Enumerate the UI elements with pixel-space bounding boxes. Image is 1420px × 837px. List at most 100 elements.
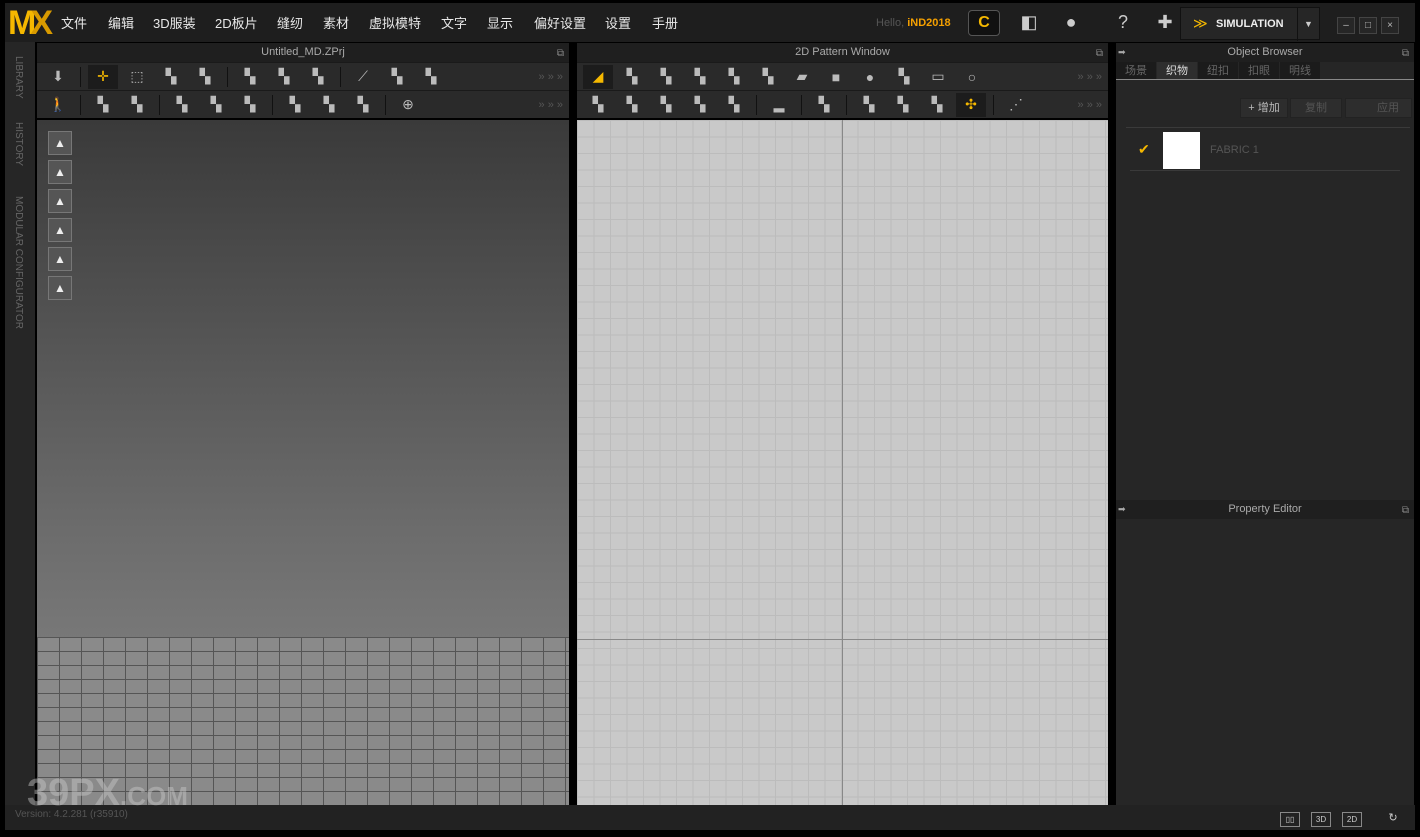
close-button[interactable]: ×	[1381, 17, 1399, 34]
menu-item[interactable]: 手册	[652, 13, 678, 32]
menu-item[interactable]: 设置	[605, 13, 631, 32]
draw-curve-icon[interactable]: ▚	[167, 93, 197, 117]
2d-viewport[interactable]	[577, 120, 1108, 805]
menu-item[interactable]: 文件	[61, 13, 87, 32]
add-curve-icon[interactable]: ▚	[719, 65, 749, 89]
internal-circle-icon[interactable]: ○	[957, 65, 987, 89]
walk-avatar-icon[interactable]: 🚶	[43, 93, 73, 117]
pattern-layout-icon[interactable]: ▚	[809, 93, 839, 117]
avatar-icon[interactable]: ▲	[48, 189, 72, 213]
3d-viewport[interactable]: ▲ ▲ ▲ ▲ ▲ ▲	[37, 120, 569, 805]
fabric-pattern-icon[interactable]: ▚	[348, 93, 378, 117]
garment-layer-icon[interactable]: ▚	[235, 93, 265, 117]
m-n-sew-icon[interactable]: ▚	[651, 93, 681, 117]
free-sew-icon[interactable]: ▚	[269, 65, 299, 89]
dropdown-arrow-icon[interactable]: ▼	[1297, 8, 1319, 41]
help-icon[interactable]: ?	[1106, 8, 1140, 36]
select-point-icon[interactable]: ▚	[156, 65, 186, 89]
tack-icon[interactable]: ▚	[719, 93, 749, 117]
pin-icon[interactable]: ⟋	[348, 65, 378, 89]
apply-button[interactable]: 应用	[1345, 98, 1412, 118]
popout-icon[interactable]: ⧉	[557, 44, 564, 63]
sidebar-library[interactable]: LIBRARY	[13, 56, 24, 99]
fold-icon[interactable]: ▲	[48, 218, 72, 242]
tack-icon[interactable]: ▚	[416, 65, 446, 89]
menu-item[interactable]: 2D板片	[215, 13, 258, 32]
menu-item[interactable]: 显示	[487, 13, 513, 32]
menu-item[interactable]: 偏好设置	[534, 13, 586, 32]
toolbar-overflow-icon[interactable]: » » »	[539, 71, 563, 83]
minimize-button[interactable]: –	[1337, 17, 1355, 34]
popout-icon[interactable]: ⧉	[1096, 44, 1103, 63]
toolbar-overflow-icon[interactable]: » » »	[1078, 99, 1102, 111]
menu-item[interactable]: 编辑	[108, 13, 134, 32]
rectangle-icon[interactable]: ■	[821, 65, 851, 89]
tab-3[interactable]: 扣眼	[1239, 62, 1279, 79]
toolbar-overflow-icon[interactable]: » » »	[539, 99, 563, 111]
avatar-down-icon[interactable]: ⬇	[43, 65, 73, 89]
popout-icon[interactable]: ⧉	[1402, 501, 1409, 520]
tab-1[interactable]: 织物	[1157, 62, 1197, 79]
edit-pattern-icon[interactable]: ◢	[583, 64, 613, 89]
check-icon[interactable]: ✔	[1138, 141, 1150, 158]
tab-0[interactable]: 场景	[1116, 62, 1156, 79]
menu-item[interactable]: 3D服装	[153, 13, 196, 32]
tape-icon[interactable]: ⋰	[1001, 93, 1031, 117]
segment-sew-icon[interactable]: ▚	[583, 93, 613, 117]
shirt-front-icon[interactable]: ▲	[48, 131, 72, 155]
graphic-icon[interactable]: ▚	[314, 93, 344, 117]
speaker-icon[interactable]: ◧	[1012, 8, 1046, 36]
edit-point-icon[interactable]: ▚	[617, 65, 647, 89]
sidebar-modular-configurator[interactable]: MODULAR CONFIGURATOR	[13, 196, 24, 329]
collapse-arrow-icon[interactable]: ➡	[1118, 43, 1126, 62]
box-select-icon[interactable]: ▚	[190, 65, 220, 89]
edit-curve-icon[interactable]: ▚	[201, 93, 231, 117]
draw-internal-icon[interactable]: ▚	[88, 93, 118, 117]
collapse-arrow-icon[interactable]: ➡	[1118, 500, 1126, 519]
shirt-back-icon[interactable]: ▲	[48, 160, 72, 184]
refresh-icon[interactable]: ↻	[1383, 812, 1403, 827]
3d-view-button[interactable]: 3D	[1311, 812, 1331, 827]
tab-2[interactable]: 纽扣	[1198, 62, 1238, 79]
popout-icon[interactable]: ⧉	[1402, 44, 1409, 63]
add-button[interactable]: + 增加	[1240, 98, 1288, 118]
transform-move-icon[interactable]: ✛	[88, 64, 118, 89]
cloud-icon[interactable]: C	[968, 10, 1000, 36]
add-point-icon[interactable]: ▚	[685, 65, 715, 89]
menu-item[interactable]: 素材	[323, 13, 349, 32]
polygon-icon[interactable]: ▰	[787, 65, 817, 89]
edit-curve-point-icon[interactable]: ▚	[651, 65, 681, 89]
texture-edit-icon[interactable]: ▚	[854, 93, 884, 117]
fabric-icon[interactable]: ▲	[48, 247, 72, 271]
segment-sew-icon[interactable]: ▚	[235, 65, 265, 89]
ironing-icon[interactable]: ▂	[764, 93, 794, 117]
graphic-icon[interactable]: ▚	[888, 93, 918, 117]
menu-item[interactable]: 文字	[441, 13, 467, 32]
single-view-button[interactable]: ▯▯	[1280, 812, 1300, 827]
copy-button[interactable]: 复制	[1290, 98, 1342, 118]
menu-item[interactable]: 虚拟模特	[369, 13, 421, 32]
internal-rect-icon[interactable]: ▭	[923, 65, 953, 89]
maximize-button[interactable]: □	[1359, 17, 1377, 34]
button-icon[interactable]: ⊕	[393, 93, 423, 117]
fabric-pattern-icon[interactable]: ▚	[922, 93, 952, 117]
mode-selector[interactable]: ≫ SIMULATION ▼	[1180, 7, 1320, 41]
m-n-sew-icon[interactable]: ▚	[303, 65, 333, 89]
toolbar-overflow-icon[interactable]: » » »	[1078, 71, 1102, 83]
internal-polygon-icon[interactable]: ▚	[889, 65, 919, 89]
texture-edit-icon[interactable]: ▚	[280, 93, 310, 117]
menu-item[interactable]: 缝纫	[277, 13, 303, 32]
internal-line-icon[interactable]: ▚	[753, 65, 783, 89]
fold-arrange-icon[interactable]: ▚	[382, 65, 412, 89]
2d-view-button[interactable]: 2D	[1342, 812, 1362, 827]
sidebar-history[interactable]: HISTORY	[13, 122, 24, 166]
select-box-icon[interactable]: ⬚	[122, 65, 152, 89]
edit-internal-icon[interactable]: ▚	[122, 93, 152, 117]
ellipse-icon[interactable]: ●	[855, 65, 885, 89]
check-sew-icon[interactable]: ▚	[685, 93, 715, 117]
add-garment-icon[interactable]: ✚	[1148, 8, 1182, 36]
visibility-icon[interactable]: ✣	[956, 92, 986, 117]
tab-4[interactable]: 明线	[1280, 62, 1320, 79]
user-icon[interactable]: ●	[1054, 8, 1088, 36]
fabric-list-item[interactable]: ✔ FABRIC 1	[1130, 130, 1400, 171]
